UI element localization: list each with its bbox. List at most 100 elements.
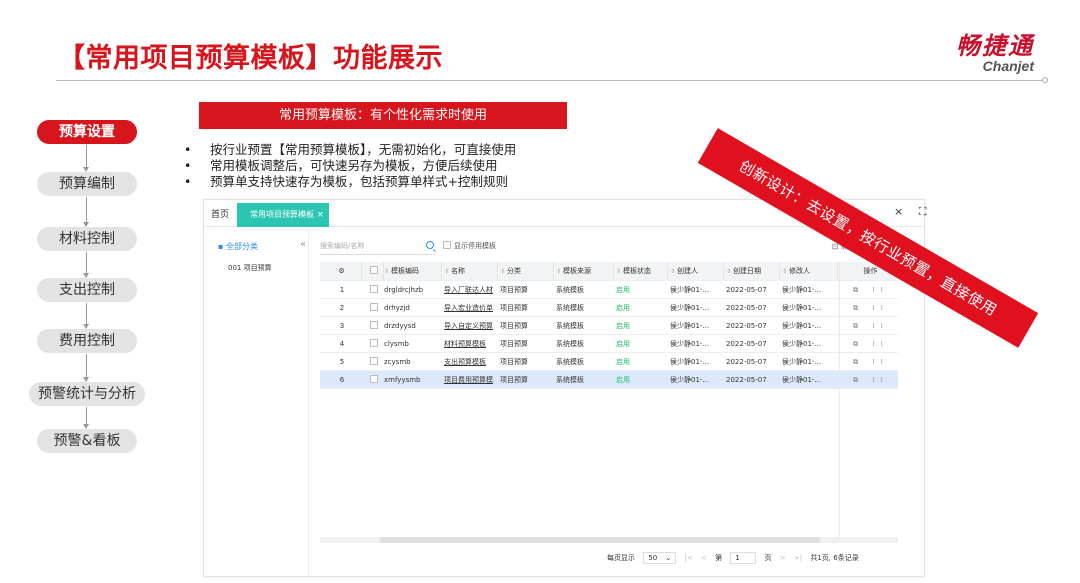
table-row[interactable]: 6 xmfyysmb 项目费用预算模 项目预算 系统模板 启用 侯少静01-... 2022-… <box>320 371 898 389</box>
table-row[interactable]: 5 zcysmb 支出预算模板 项目预算 系统模板 启用 侯少静01-... 2022-05-… <box>320 353 898 371</box>
cell-name[interactable]: 支出预算模板 <box>444 353 498 370</box>
cell-actions[interactable]: ⧉ ⁞⁞ <box>842 371 900 388</box>
column-header-created-date[interactable]: ⇕ 创建日期 <box>726 262 780 280</box>
cell-actions[interactable]: ⧉ ⁞⁞ <box>842 335 900 352</box>
sort-icon[interactable]: ⇕ <box>444 268 449 275</box>
cell-source: 系统模板 <box>556 340 584 348</box>
scrollbar-thumb[interactable] <box>380 537 820 543</box>
checkbox-icon[interactable] <box>443 241 451 249</box>
table-header: ⚙ ⇕ 模板编码 ⇕ 名称 ⇕ 分类 ⇕ 模板来源 ⇕ 模板状态 ⇕ 创建人 ⇕ 创建日期 ⇕ 修改人 操作 <box>320 262 900 281</box>
close-icon[interactable]: × <box>316 203 324 227</box>
per-page-value: 50 <box>648 554 658 562</box>
show-disabled-checkbox[interactable]: 显示停用模板 <box>443 241 496 251</box>
collapse-icon[interactable]: « <box>300 239 306 250</box>
cell-actions[interactable]: ⧉ ⁞⁞ <box>842 281 900 298</box>
sort-icon[interactable]: ⇕ <box>384 268 389 275</box>
show-disabled-label: 显示停用模板 <box>454 242 496 250</box>
cell-created-date: 2022-05-07 <box>726 304 767 312</box>
row-checkbox[interactable] <box>370 357 378 365</box>
column-header-label: 创建人 <box>677 267 699 275</box>
category-item[interactable]: 001 项目预算 <box>228 263 272 273</box>
cell-select[interactable] <box>364 317 384 334</box>
sort-icon[interactable]: ⇕ <box>500 268 505 275</box>
last-page-button[interactable]: >| <box>794 554 802 562</box>
column-header-creator[interactable]: ⇕ 创建人 <box>670 262 724 280</box>
cell-name[interactable]: 导入宏业造价单 <box>444 299 498 316</box>
page-suffix: 页 <box>764 554 772 562</box>
cell-code: xmfyysmb <box>384 376 421 384</box>
flow-node-material-control: 材料控制 <box>37 227 137 251</box>
sort-icon[interactable]: ⇕ <box>556 268 561 275</box>
cell-select[interactable] <box>364 371 384 388</box>
tab-project-budget-templates[interactable]: 常用项目预算模板 × <box>237 203 329 227</box>
column-header-label: 修改人 <box>789 267 811 275</box>
column-header-settings[interactable]: ⚙ <box>322 262 362 280</box>
cell-actions[interactable]: ⧉ ⁞⁞ <box>842 353 900 370</box>
page-input[interactable]: 1 <box>730 552 757 564</box>
cell-created-date: 2022-05-07 <box>726 322 767 330</box>
cell-name[interactable]: 导入自定义预算 <box>444 317 498 334</box>
sort-icon[interactable]: ⇕ <box>726 268 731 275</box>
cell-settings: 6 <box>339 376 345 384</box>
first-page-button[interactable]: |< <box>684 554 692 562</box>
cell-source: 系统模板 <box>556 304 584 312</box>
category-all[interactable]: ▪ 全部分类 <box>218 241 258 252</box>
pagination: 每页显示 50 ⌄ |< < 第 1 页 > >| 共1页, 6条记录 <box>607 552 865 564</box>
flow-node-expense-control: 支出控制 <box>37 278 137 302</box>
column-header-modifier[interactable]: ⇕ 修改人 <box>782 262 838 280</box>
row-checkbox[interactable] <box>370 339 378 347</box>
column-header-label: 模板来源 <box>563 267 592 275</box>
prev-page-button[interactable]: < <box>701 554 707 562</box>
table-row[interactable]: 1 drgldrcjhzb 导入厂联达人材 项目预算 系统模板 启用 侯少静01-... 20… <box>320 281 898 299</box>
search-icon[interactable] <box>426 241 434 249</box>
flow-connector <box>83 252 89 278</box>
fixed-column-divider <box>839 262 840 537</box>
row-checkbox[interactable] <box>370 375 378 383</box>
cell-creator: 侯少静01-... <box>670 286 710 294</box>
brand-logo-en: Chanjet <box>982 58 1034 74</box>
table-row[interactable]: 2 drhyzjd 导入宏业造价单 项目预算 系统模板 启用 侯少静01-... 2022-0… <box>320 299 898 317</box>
cell-name[interactable]: 项目费用预算模 <box>444 371 498 388</box>
search-input[interactable]: 搜索编码/名称 <box>320 239 436 255</box>
flow-node-warning-analysis: 预警统计与分析 <box>29 382 145 406</box>
row-checkbox[interactable] <box>370 285 378 293</box>
flow-connector <box>83 354 89 382</box>
tab-home[interactable]: 首页 <box>211 207 229 220</box>
cell-modifier: 侯少静01-... <box>782 358 822 366</box>
column-header-status[interactable]: ⇕ 模板状态 <box>616 262 668 280</box>
cell-actions[interactable]: ⧉ ⁞⁞ <box>842 299 900 316</box>
cell-category: 项目预算 <box>500 358 528 366</box>
sort-icon[interactable]: ⇕ <box>616 268 621 275</box>
cell-creator: 侯少静01-... <box>670 322 710 330</box>
cell-actions[interactable]: ⧉ ⁞⁞ <box>842 317 900 334</box>
cell-name[interactable]: 材料预算模板 <box>444 335 498 352</box>
flow-node-cost-control: 费用控制 <box>37 329 137 353</box>
window-controls[interactable]: × ⛶ <box>894 205 932 219</box>
table-row[interactable]: 4 clysmb 材料预算模板 项目预算 系统模板 启用 侯少静01-... 2022-05-… <box>320 335 898 353</box>
cell-select[interactable] <box>364 281 384 298</box>
cell-category: 项目预算 <box>500 304 528 312</box>
column-header-label: 模板状态 <box>623 267 652 275</box>
table-row[interactable]: 3 drzdyysd 导入自定义预算 项目预算 系统模板 启用 侯少静01-... 2022-… <box>320 317 898 335</box>
column-header-select[interactable] <box>364 262 384 280</box>
next-page-button[interactable]: > <box>780 554 786 562</box>
select-all-checkbox[interactable] <box>369 266 378 274</box>
sort-icon[interactable]: ⇕ <box>782 268 787 275</box>
per-page-select[interactable]: 50 ⌄ <box>643 552 677 564</box>
cell-select[interactable] <box>364 353 384 370</box>
horizontal-scrollbar[interactable] <box>320 537 898 543</box>
cell-select[interactable] <box>364 299 384 316</box>
cell-created-date: 2022-05-07 <box>726 376 767 384</box>
cell-source: 系统模板 <box>556 358 584 366</box>
row-checkbox[interactable] <box>370 303 378 311</box>
column-header-code[interactable]: ⇕ 模板编码 <box>384 262 442 280</box>
column-header-label: 名称 <box>451 267 466 275</box>
cell-select[interactable] <box>364 335 384 352</box>
cell-name[interactable]: 导入厂联达人材 <box>444 281 498 298</box>
row-checkbox[interactable] <box>370 321 378 329</box>
column-header-name[interactable]: ⇕ 名称 <box>444 262 498 280</box>
cell-status: 启用 <box>616 340 630 348</box>
column-header-source[interactable]: ⇕ 模板来源 <box>556 262 614 280</box>
sort-icon[interactable]: ⇕ <box>670 268 675 275</box>
column-header-category[interactable]: ⇕ 分类 <box>500 262 554 280</box>
